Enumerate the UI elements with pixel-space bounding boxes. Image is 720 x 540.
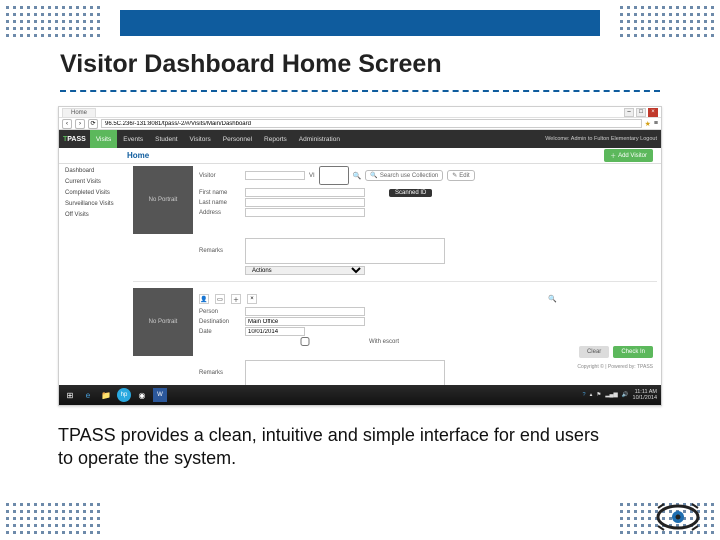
tab-visitors[interactable]: Visitors — [184, 130, 217, 148]
menu-icon[interactable]: ≡ — [654, 120, 658, 127]
search-pill[interactable]: 🔍Search use Collection — [365, 170, 443, 181]
scanned-id-button[interactable]: Scanned ID — [389, 189, 432, 197]
back-button[interactable]: ‹ — [62, 119, 72, 129]
vi-input[interactable] — [319, 166, 349, 185]
address-label: Address — [199, 210, 241, 216]
tab-student[interactable]: Student — [149, 130, 183, 148]
with-text: With escort — [369, 339, 399, 345]
search-icon[interactable]: 🔍 — [548, 295, 557, 303]
dashed-divider — [60, 90, 660, 92]
remarks-label: Remarks — [199, 248, 241, 254]
address-bar: ‹ › ⟳ ★ ≡ — [59, 118, 661, 130]
word-icon[interactable]: W — [153, 388, 167, 402]
card-icon[interactable]: ▭ — [215, 294, 225, 304]
visit-portrait[interactable]: No Portrait — [133, 288, 193, 356]
start-icon[interactable]: ⊞ — [63, 388, 77, 402]
tab-administration[interactable]: Administration — [293, 130, 346, 148]
taskbar: ⊞ e 📁 hp ◉ W ? ▴ ⚑ ▂▄▆ 🔊 11:11 AM 10/1/2… — [59, 385, 661, 405]
actions-label — [199, 268, 241, 274]
sidebar-item-off[interactable]: Off Visits — [65, 212, 123, 218]
sub-bar: Home ＋Add Visitor — [59, 148, 661, 164]
help-icon[interactable]: ? — [583, 392, 586, 398]
search-icon[interactable]: 🔍 — [353, 172, 362, 180]
person-input[interactable] — [245, 307, 365, 316]
tab-personnel[interactable]: Personnel — [217, 130, 258, 148]
visitor-remarks[interactable] — [245, 238, 445, 264]
plus-icon: ＋ — [610, 151, 616, 160]
visitor-label: Visitor — [199, 173, 241, 179]
person-label: Person — [199, 309, 241, 315]
sidebar-item-current[interactable]: Current Visits — [65, 179, 123, 185]
copyright-text: Copyright © | Powered by: TPASS — [577, 364, 653, 370]
tab-reports[interactable]: Reports — [258, 130, 293, 148]
sidebar-item-surveillance[interactable]: Surveillance Visits — [65, 201, 123, 207]
tab-visits[interactable]: Visits — [90, 130, 117, 148]
minimize-button[interactable]: – — [624, 108, 634, 117]
hp-icon[interactable]: hp — [117, 388, 131, 402]
slide-caption: TPASS provides a clean, intuitive and si… — [58, 424, 600, 469]
action-icons: 👤 ▭ ＋ × 🔍 — [199, 294, 657, 304]
close-icon[interactable]: × — [247, 294, 257, 304]
wifi-icon[interactable]: ▂▄▆ — [605, 392, 617, 398]
section-divider — [133, 281, 657, 282]
nav-tabs: Visits Events Student Visitors Personnel… — [90, 130, 346, 148]
add-visitor-button[interactable]: ＋Add Visitor — [604, 149, 653, 162]
app-logo: TTPASSPASS — [63, 136, 86, 143]
header-bar — [120, 10, 600, 36]
eye-logo — [656, 502, 700, 532]
destination-input[interactable] — [245, 317, 365, 326]
clear-button[interactable]: Clear — [579, 346, 609, 358]
visitor-input[interactable] — [245, 171, 305, 180]
first-input[interactable] — [245, 188, 365, 197]
page-title: Home — [127, 151, 149, 160]
user-icon[interactable]: 👤 — [199, 294, 209, 304]
plus-icon[interactable]: ＋ — [231, 294, 241, 304]
checkin-button[interactable]: Check In — [613, 346, 653, 358]
first-label: First name — [199, 190, 241, 196]
flag-icon[interactable]: ⚑ — [596, 392, 601, 398]
reload-button[interactable]: ⟳ — [88, 119, 98, 129]
chrome-icon[interactable]: ◉ — [135, 388, 149, 402]
tray-up-icon[interactable]: ▴ — [590, 392, 593, 398]
last-input[interactable] — [245, 198, 365, 207]
edit-pill[interactable]: ✎Edit — [447, 170, 474, 181]
sidebar-item-completed[interactable]: Completed Visits — [65, 190, 123, 196]
visitor-portrait[interactable]: No Portrait — [133, 166, 193, 234]
forward-button[interactable]: › — [75, 119, 85, 129]
actions-select[interactable]: Actions — [245, 266, 365, 275]
browser-tab[interactable]: Home — [62, 108, 96, 117]
sidebar: Dashboard Current Visits Completed Visit… — [59, 164, 129, 384]
escort-checkbox[interactable] — [245, 337, 365, 346]
visit-remarks[interactable] — [245, 360, 445, 386]
address-input[interactable] — [245, 208, 365, 217]
close-button[interactable]: × — [648, 108, 658, 117]
date-input[interactable] — [245, 327, 305, 336]
sidebar-item-dashboard[interactable]: Dashboard — [65, 168, 123, 174]
ie-icon[interactable]: e — [81, 388, 95, 402]
destination-label: Destination — [199, 319, 241, 325]
corner-dots — [620, 6, 714, 37]
welcome-text: Welcome: Admin to Fulton Elementary Logo… — [545, 136, 657, 142]
last-label: Last name — [199, 200, 241, 206]
date-label: Date — [199, 329, 241, 335]
sound-icon[interactable]: 🔊 — [622, 392, 629, 398]
clock-date[interactable]: 10/1/2014 — [633, 395, 657, 401]
corner-dots — [6, 503, 100, 534]
maximize-button[interactable]: □ — [636, 108, 646, 117]
window-titlebar: Home – □ × — [59, 107, 661, 118]
remarks2-label: Remarks — [199, 370, 241, 376]
slide-title: Visitor Dashboard Home Screen — [60, 50, 442, 79]
app-header: TTPASSPASS Visits Events Student Visitor… — [59, 130, 661, 148]
corner-dots — [6, 6, 100, 37]
tab-events[interactable]: Events — [117, 130, 149, 148]
vi-label: VI — [309, 173, 315, 179]
main-panel: No Portrait Visitor VI 🔍 🔍Search use Col… — [129, 164, 661, 384]
bookmark-icon[interactable]: ★ — [645, 120, 651, 128]
explorer-icon[interactable]: 📁 — [99, 388, 113, 402]
url-input[interactable] — [101, 119, 642, 128]
browser-window: Home – □ × ‹ › ⟳ ★ ≡ TTPASSPASS Visits E… — [58, 106, 662, 406]
